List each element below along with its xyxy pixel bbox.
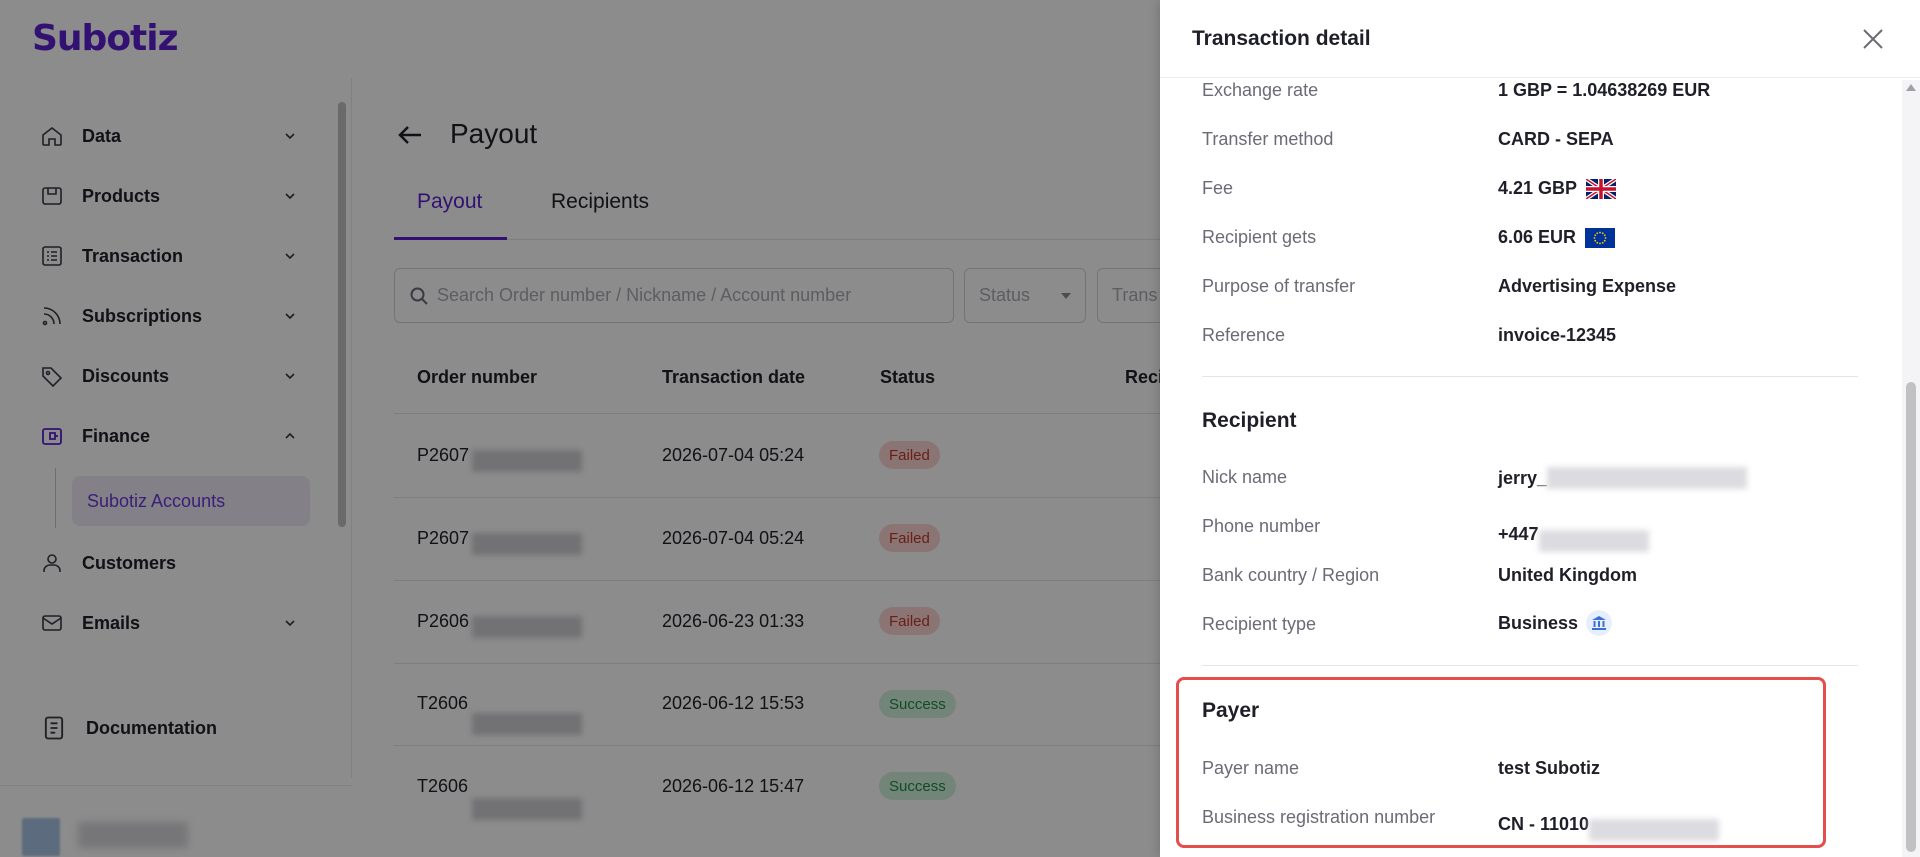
detail-label-reference: Reference: [1202, 325, 1286, 345]
drawer-title: Transaction detail: [1192, 27, 1371, 50]
detail-label-recipient-gets: Recipient gets: [1202, 227, 1317, 247]
detail-value-reference: invoice-12345: [1498, 325, 1617, 345]
scroll-up-arrow-icon[interactable]: [1906, 84, 1916, 91]
section-divider: [1202, 665, 1858, 666]
phone-number-redacted: [1538, 530, 1649, 552]
close-icon[interactable]: [1858, 24, 1888, 54]
nick-name-value: jerry_: [1498, 467, 1548, 488]
detail-label-purpose: Purpose of transfer: [1202, 276, 1356, 296]
drawer-scrollbar-thumb[interactable]: [1906, 382, 1916, 852]
detail-label-phone-number: Phone number: [1202, 516, 1321, 536]
detail-value-phone-number: +447: [1498, 516, 1649, 552]
detail-value-exchange-rate: 1 GBP = 1.04638269 EUR: [1498, 80, 1711, 100]
phone-number-value: +447: [1498, 523, 1539, 544]
detail-value-business-registration-number: CN - 11010: [1498, 807, 1720, 841]
detail-label-business-registration-number: Business registration number: [1202, 807, 1436, 827]
uk-flag-icon: [1586, 178, 1617, 199]
nick-name-redacted: [1547, 467, 1748, 489]
detail-value-transfer-method: CARD - SEPA: [1498, 129, 1614, 149]
detail-label-nick-name: Nick name: [1202, 467, 1288, 487]
detail-value-fee: 4.21 GBP: [1498, 178, 1617, 199]
recipient-gets-amount: 6.06 EUR: [1498, 227, 1577, 247]
registration-number-value: CN - 11010: [1498, 813, 1590, 834]
detail-label-recipient-type: Recipient type: [1202, 614, 1317, 634]
modal-backdrop[interactable]: [0, 0, 1160, 857]
detail-value-payer-name: test Subotiz: [1498, 758, 1600, 778]
detail-value-recipient-type: Business: [1498, 610, 1613, 636]
transaction-detail-drawer: Transaction detail Exchange rate 1 GBP =…: [1160, 0, 1920, 857]
bank-icon: [1586, 610, 1613, 636]
detail-label-fee: Fee: [1202, 178, 1234, 198]
drawer-header: Transaction detail: [1160, 0, 1920, 78]
eu-flag-icon: [1585, 227, 1616, 248]
fee-amount: 4.21 GBP: [1498, 178, 1578, 198]
detail-label-exchange-rate: Exchange rate: [1202, 80, 1319, 100]
section-divider: [1202, 376, 1858, 377]
detail-label-transfer-method: Transfer method: [1202, 129, 1334, 149]
detail-value-recipient-gets: 6.06 EUR: [1498, 227, 1616, 248]
payer-section-heading: Payer: [1202, 699, 1260, 722]
recipient-type-value: Business: [1498, 612, 1579, 633]
registration-number-redacted: [1589, 819, 1720, 841]
detail-value-bank-country: United Kingdom: [1498, 565, 1637, 585]
recipient-section-heading: Recipient: [1202, 409, 1297, 432]
detail-label-payer-name: Payer name: [1202, 758, 1300, 778]
detail-value-purpose: Advertising Expense: [1498, 276, 1677, 296]
detail-value-nick-name: jerry_: [1498, 467, 1748, 489]
detail-label-bank-country: Bank country / Region: [1202, 565, 1380, 585]
